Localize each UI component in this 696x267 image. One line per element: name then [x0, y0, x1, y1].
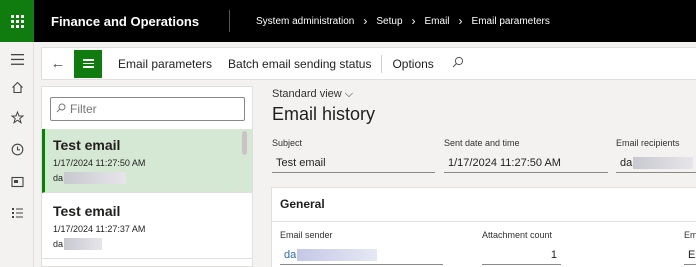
sender-prefix: da	[284, 249, 297, 261]
email-sender-value[interactable]: da	[280, 246, 443, 265]
list-item-email: da	[53, 238, 242, 250]
email-partial-label: Em	[684, 230, 696, 240]
breadcrumb-email[interactable]: Email	[425, 16, 450, 27]
filter-input[interactable]: Filter	[50, 97, 245, 121]
recipients-prefix: da	[620, 157, 633, 169]
subject-value[interactable]: Test email	[272, 154, 435, 173]
attachment-count-value[interactable]: 1	[482, 246, 561, 265]
email-prefix: da	[53, 173, 64, 183]
clock-icon[interactable]	[9, 141, 25, 157]
sent-datetime-value[interactable]: 1/17/2024 11:27:50 AM	[444, 154, 608, 173]
subject-field: Subject Test email	[272, 138, 435, 173]
redacted-block	[64, 238, 103, 250]
email-partial-field: Em Ex	[684, 230, 696, 265]
search-icon[interactable]	[452, 56, 464, 71]
email-prefix: da	[53, 239, 64, 249]
action-email-parameters[interactable]: Email parameters	[110, 57, 220, 71]
chevron-right-icon: ›	[363, 14, 368, 28]
sent-datetime-field: Sent date and time 1/17/2024 11:27:50 AM	[444, 138, 608, 173]
waffle-icon	[10, 14, 24, 28]
list-item-datetime: 1/17/2024 11:27:37 AM	[53, 224, 146, 234]
list-item[interactable]: Test email 1/17/2024 11:27:50 AM da	[42, 129, 252, 193]
redacted-block	[64, 172, 127, 184]
details-area: Standard view ⌵ Email history Subject Te…	[262, 80, 696, 267]
redacted-block	[633, 157, 694, 169]
subject-label: Subject	[272, 138, 303, 148]
chevron-right-icon: ›	[458, 14, 463, 28]
list-item-datetime: 1/17/2024 11:27:50 AM	[53, 158, 146, 168]
top-bar: Finance and Operations System administra…	[0, 0, 696, 42]
separator	[381, 54, 383, 73]
attachment-count-field: Attachment count 1	[482, 230, 561, 265]
breadcrumb-setup[interactable]: Setup	[376, 16, 402, 27]
chevron-down-icon: ⌵	[344, 88, 354, 100]
scrollbar-thumb[interactable]	[242, 131, 247, 155]
email-recipients-label: Email recipients	[616, 138, 680, 148]
redacted-block	[297, 249, 378, 261]
list-menu-button[interactable]	[74, 49, 102, 78]
list-item-title: Test email	[53, 203, 121, 219]
list-icon[interactable]	[9, 205, 25, 221]
search-icon	[56, 102, 66, 116]
breadcrumb: System administration › Setup › Email › …	[230, 14, 550, 28]
list-item-title: Test email	[53, 137, 121, 153]
general-section-title[interactable]: General	[280, 197, 325, 211]
action-batch-email-sending-status[interactable]: Batch email sending status	[220, 57, 379, 71]
list-panel: Filter Test email 1/17/2024 11:27:50 AM …	[41, 86, 253, 267]
sent-datetime-label: Sent date and time	[444, 138, 520, 148]
email-partial-value[interactable]: Ex	[684, 246, 696, 265]
email-sender-label: Email sender	[280, 230, 333, 240]
breadcrumb-email-parameters[interactable]: Email parameters	[472, 16, 550, 27]
general-section: General Email sender da Attachment count…	[271, 187, 696, 267]
star-icon[interactable]	[9, 109, 25, 125]
divider	[272, 221, 696, 222]
page-title: Email history	[272, 104, 376, 124]
app-launcher-button[interactable]	[0, 0, 34, 42]
email-sender-field: Email sender da	[280, 230, 443, 265]
breadcrumb-system-administration[interactable]: System administration	[256, 16, 354, 27]
home-icon[interactable]	[9, 79, 25, 95]
attachment-count-label: Attachment count	[482, 230, 553, 240]
filter-placeholder: Filter	[70, 102, 97, 116]
action-options[interactable]: Options	[384, 57, 441, 71]
email-recipients-field: Email recipients da	[616, 138, 696, 173]
back-button[interactable]: ←	[42, 48, 74, 79]
workspace-icon[interactable]	[9, 174, 25, 190]
email-recipients-value[interactable]: da	[616, 154, 696, 173]
view-selector[interactable]: Standard view ⌵	[272, 88, 353, 101]
left-navigation	[0, 42, 34, 267]
chevron-right-icon: ›	[411, 14, 416, 28]
app-name[interactable]: Finance and Operations	[34, 14, 229, 29]
list-item[interactable]: Test email 1/17/2024 11:27:37 AM da	[42, 195, 252, 259]
view-label: Standard view	[272, 88, 342, 100]
action-pane: ← Email parameters Batch email sending s…	[41, 47, 696, 80]
list-item-email: da	[53, 172, 242, 184]
hamburger-icon[interactable]	[9, 51, 25, 67]
back-arrow-icon: ←	[50, 55, 66, 72]
